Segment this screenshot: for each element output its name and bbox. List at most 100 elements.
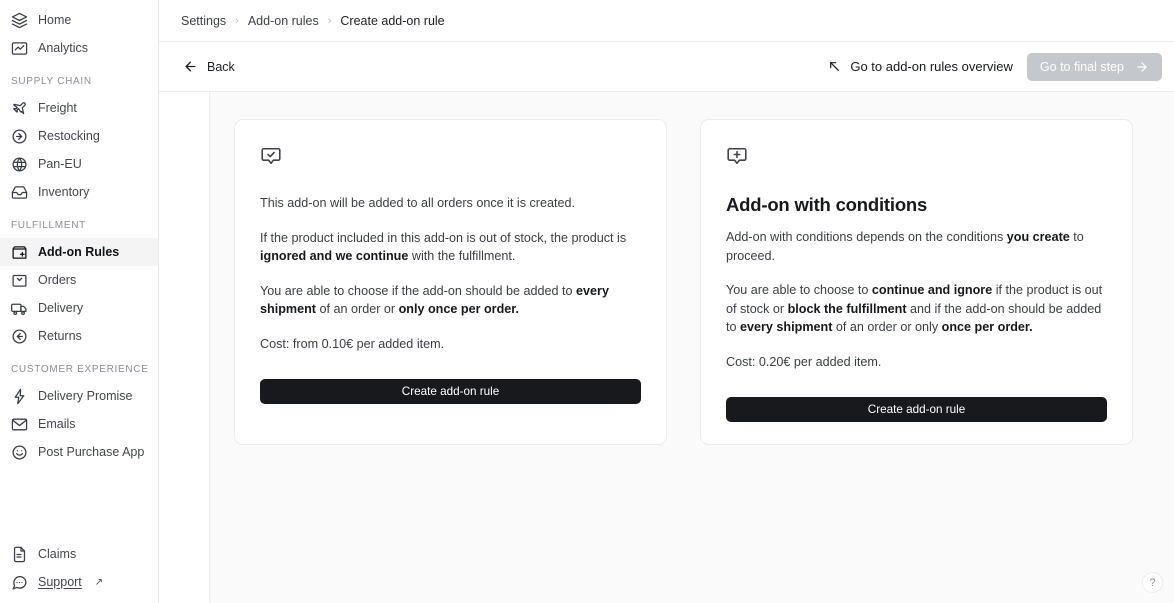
sidebar-item-label: Delivery Promise xyxy=(38,388,133,403)
sidebar-item-emails[interactable]: Emails xyxy=(0,410,158,438)
sidebar-item-label: Claims xyxy=(38,546,77,561)
body-text: Add-on with conditions depends on the co… xyxy=(726,230,1007,244)
bag-check-icon xyxy=(11,272,28,289)
emphasis-text: every shipment xyxy=(740,320,833,334)
sidebar-item-add-on-rules[interactable]: Add-on Rules xyxy=(0,238,158,266)
sidebar-item-label: Add-on Rules xyxy=(38,244,120,259)
card-paragraph: This add-on will be added to all orders … xyxy=(260,194,641,213)
sidebar-bottom-group: Claims Support ↗ xyxy=(0,540,158,596)
question-mark-icon: ? xyxy=(1149,576,1156,589)
sidebar-item-support[interactable]: Support ↗ xyxy=(0,568,158,596)
sidebar-item-home[interactable]: Home xyxy=(0,6,158,34)
globe-icon xyxy=(11,156,28,173)
go-to-overview-label: Go to add-on rules overview xyxy=(850,59,1013,74)
sidebar-item-returns[interactable]: Returns xyxy=(0,322,158,350)
body-text: with the fulfillment. xyxy=(408,249,516,263)
breadcrumb: Settings › Add-on rules › Create add-on rule xyxy=(159,0,1174,42)
inbox-icon xyxy=(11,184,28,201)
analytics-chart-icon xyxy=(11,40,28,57)
envelope-icon xyxy=(11,416,28,433)
emphasis-text: ignored and we continue xyxy=(260,249,409,263)
sidebar-item-freight[interactable]: Freight xyxy=(0,94,158,122)
breadcrumb-separator: › xyxy=(327,14,332,27)
sidebar-item-post-purchase-app[interactable]: Post Purchase App xyxy=(0,438,158,466)
sidebar-item-label: Delivery xyxy=(38,300,84,315)
sidebar-item-claims[interactable]: Claims xyxy=(0,540,158,568)
go-to-final-step-label: Go to final step xyxy=(1039,59,1124,74)
create-addon-rule-button[interactable]: Create add-on rule xyxy=(260,379,641,404)
card-cost: Cost: 0.20€ per added item. xyxy=(726,354,882,369)
sidebar-section-title: FULFILLMENT xyxy=(11,220,86,231)
document-icon xyxy=(11,546,28,563)
body-text: of an order or only xyxy=(832,320,942,334)
go-to-overview-link[interactable]: Go to add-on rules overview xyxy=(828,59,1013,74)
addon-option-card: Add-on with conditions Add-on with condit… xyxy=(700,119,1133,445)
sidebar-item-label: Support xyxy=(38,574,82,589)
emphasis-text: you create xyxy=(1006,230,1070,244)
sidebar-item-label: Restocking xyxy=(38,128,100,143)
card-grid: This add-on will be added to all orders … xyxy=(210,92,1174,445)
sidebar-sections: SUPPLY CHAIN Freight Restocking Pan-EU Inven… xyxy=(0,76,158,466)
help-button[interactable]: ? xyxy=(1142,572,1163,593)
emphasis-text: once per order. xyxy=(941,320,1033,334)
arrow-left-circle-icon xyxy=(11,328,28,345)
chat-bubble-icon xyxy=(11,574,28,591)
emphasis-text: block the fulfillment xyxy=(787,301,907,316)
layers-icon xyxy=(11,12,28,29)
sidebar-item-delivery-promise[interactable]: Delivery Promise xyxy=(0,382,158,410)
back-button[interactable]: Back xyxy=(181,55,237,78)
body-text: This add-on will be added to all orders … xyxy=(260,196,576,210)
card-paragraph: You are able to choose to continue and i… xyxy=(726,281,1107,337)
card-paragraph: You are able to choose if the add-on sho… xyxy=(260,282,641,319)
app-root: Home Analytics SUPPLY CHAIN Freight Restock… xyxy=(0,0,1174,603)
sidebar-item-label: Freight xyxy=(38,100,77,115)
arrow-up-left-icon xyxy=(828,60,841,73)
sidebar-item-label: Orders xyxy=(38,272,77,287)
back-label: Back xyxy=(207,59,235,74)
card-paragraph: Add-on with conditions depends on the co… xyxy=(726,228,1107,265)
arrow-left-icon xyxy=(183,59,198,74)
sidebar-item-label: Pan-EU xyxy=(38,156,82,171)
sidebar-section-title: SUPPLY CHAIN xyxy=(11,76,92,87)
sidebar-item-orders[interactable]: Orders xyxy=(0,266,158,294)
sidebar-item-label: Inventory xyxy=(38,184,90,199)
smiley-icon xyxy=(11,444,28,461)
plane-icon xyxy=(11,100,28,117)
box-plus-icon xyxy=(11,244,28,261)
sidebar-item-delivery[interactable]: Delivery xyxy=(0,294,158,322)
sidebar: Home Analytics SUPPLY CHAIN Freight Restock… xyxy=(0,0,159,603)
sidebar-item-label: Emails xyxy=(38,416,76,431)
breadcrumb-item[interactable]: Settings xyxy=(181,14,226,28)
toolbar-actions: Go to add-on rules overview Go to final … xyxy=(828,52,1162,81)
page-toolbar: Back Go to add-on rules overview Go to f… xyxy=(159,42,1174,92)
sidebar-item-pan-eu[interactable]: Pan-EU xyxy=(0,150,158,178)
arrow-right-icon xyxy=(1135,60,1149,74)
body-text: of an order or xyxy=(315,302,399,316)
sidebar-item-restocking[interactable]: Restocking xyxy=(0,122,158,150)
sidebar-top-group: Home Analytics xyxy=(0,6,158,62)
sidebar-item-label: Home xyxy=(38,12,72,27)
go-to-final-step-button[interactable]: Go to final step xyxy=(1026,52,1162,81)
sidebar-item-analytics[interactable]: Analytics xyxy=(0,34,158,62)
card-title: Add-on with conditions xyxy=(726,194,928,215)
body-text: You are able to choose to xyxy=(726,283,872,297)
sidebar-item-label: Returns xyxy=(38,328,82,343)
body-text: If the product included in this add-on i… xyxy=(260,230,627,245)
addon-option-card: This add-on will be added to all orders … xyxy=(234,119,667,445)
sidebar-item-label: Analytics xyxy=(38,40,89,55)
card-paragraph: If the product included in this add-on i… xyxy=(260,229,641,266)
main-area: Settings › Add-on rules › Create add-on rule… xyxy=(159,0,1174,603)
breadcrumb-separator: › xyxy=(235,14,239,27)
lightning-icon xyxy=(11,388,28,405)
card-cost: Cost: from 0.10€ per added item. xyxy=(260,336,445,351)
message-plus-icon xyxy=(726,146,748,168)
sidebar-item-inventory[interactable]: Inventory xyxy=(0,178,158,206)
sidebar-item-label: Post Purchase App xyxy=(38,444,145,459)
message-check-icon xyxy=(260,146,282,168)
breadcrumb-item[interactable]: Add-on rules xyxy=(248,14,319,28)
breadcrumb-item: Create add-on rule xyxy=(340,13,445,28)
emphasis-text: only once per order. xyxy=(398,302,519,316)
external-link-icon: ↗ xyxy=(94,576,104,588)
create-addon-rule-button[interactable]: Create add-on rule xyxy=(726,397,1107,422)
emphasis-text: continue and ignore xyxy=(871,283,993,297)
